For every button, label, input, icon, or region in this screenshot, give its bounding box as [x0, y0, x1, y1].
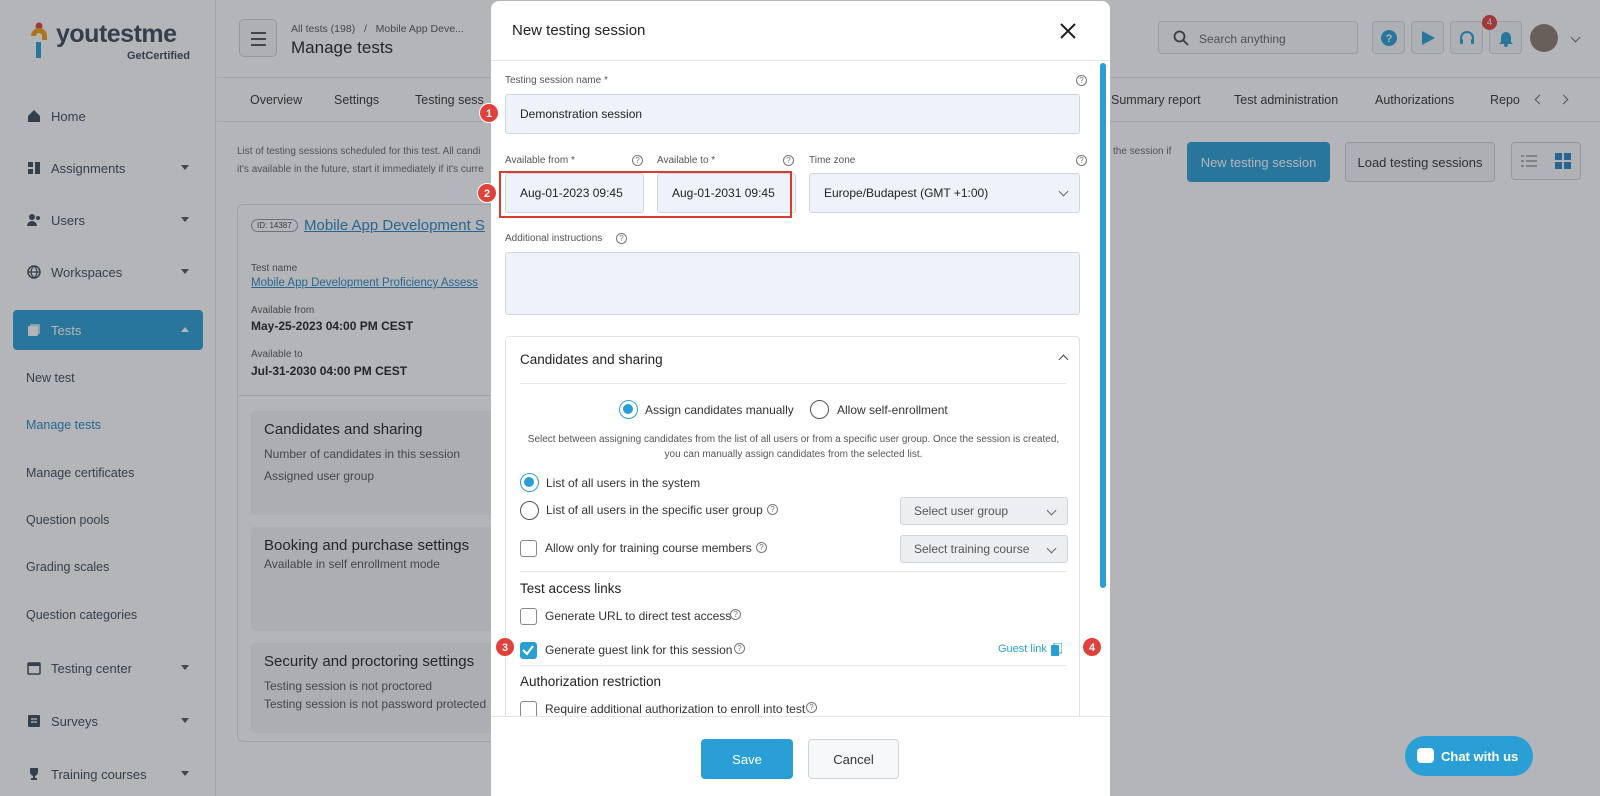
- chat-button[interactable]: Chat with us: [1405, 736, 1533, 776]
- self-enrollment-radio[interactable]: [810, 400, 829, 419]
- instructions-textarea[interactable]: [505, 252, 1080, 315]
- help-icon[interactable]: ?: [632, 155, 643, 166]
- help-icon[interactable]: ?: [730, 609, 741, 620]
- marker-3: 3: [495, 637, 515, 657]
- marker-4: 4: [1082, 637, 1102, 657]
- training-only-label: Allow only for training course members: [545, 541, 752, 555]
- close-icon[interactable]: [1059, 22, 1077, 40]
- help-icon[interactable]: ?: [1076, 75, 1087, 86]
- marker-1: 1: [479, 103, 499, 123]
- dialog-footer: Save Cancel: [491, 716, 1110, 796]
- require-auth-label: Require additional authorization to enro…: [545, 702, 806, 716]
- all-users-radio[interactable]: [520, 473, 539, 492]
- available-from-label: Available from *: [505, 155, 575, 166]
- time-zone-value: Europe/Budapest (GMT +1:00): [824, 186, 989, 200]
- divider: [520, 383, 1066, 384]
- dialog-scrollbar[interactable]: [1100, 63, 1106, 588]
- group-users-radio[interactable]: [520, 501, 539, 520]
- training-course-placeholder: Select training course: [914, 542, 1030, 556]
- guest-link[interactable]: Guest link: [998, 643, 1047, 655]
- copy-icon[interactable]: [1051, 643, 1062, 656]
- dialog-title: New testing session: [512, 22, 646, 39]
- checkmark-icon: [522, 645, 534, 656]
- time-zone-select[interactable]: Europe/Budapest (GMT +1:00): [809, 173, 1080, 213]
- auth-section-title: Authorization restriction: [520, 674, 662, 689]
- chevron-down-icon: [1046, 505, 1057, 516]
- all-users-label: List of all users in the system: [546, 476, 701, 490]
- session-name-input[interactable]: Demonstration session: [505, 94, 1080, 134]
- user-group-placeholder: Select user group: [914, 504, 1009, 518]
- help-icon[interactable]: ?: [734, 643, 745, 654]
- time-zone-label: Time zone: [809, 155, 856, 166]
- new-session-dialog: New testing session Testing session name…: [491, 1, 1110, 796]
- marker-2: 2: [477, 183, 497, 203]
- chevron-down-icon: [1046, 543, 1057, 554]
- available-to-label: Available to *: [657, 155, 716, 166]
- dialog-header: New testing session: [491, 1, 1110, 61]
- user-group-select[interactable]: Select user group: [900, 497, 1068, 525]
- group-users-label: List of all users in the specific user g…: [546, 503, 763, 517]
- training-only-checkbox[interactable]: [520, 540, 537, 557]
- assign-manually-label: Assign candidates manually: [645, 403, 794, 417]
- date-range-highlight: [499, 171, 792, 218]
- divider: [520, 665, 1066, 666]
- chat-icon: [1417, 748, 1434, 763]
- candidates-hint: Select between assigning candidates from…: [527, 434, 1060, 460]
- session-name-label: Testing session name *: [505, 75, 608, 86]
- generate-url-checkbox[interactable]: [520, 608, 537, 625]
- instructions-label: Additional instructions: [505, 233, 603, 244]
- candidates-panel-title: Candidates and sharing: [520, 352, 663, 367]
- generate-url-label: Generate URL to direct test access: [545, 609, 732, 623]
- collapse-icon[interactable]: [1058, 354, 1069, 365]
- cancel-button[interactable]: Cancel: [808, 739, 899, 779]
- session-name-value: Demonstration session: [520, 107, 643, 121]
- help-icon[interactable]: ?: [806, 702, 817, 713]
- chevron-down-icon: [1058, 186, 1069, 197]
- help-icon[interactable]: ?: [767, 504, 778, 515]
- help-icon[interactable]: ?: [756, 542, 767, 553]
- help-icon[interactable]: ?: [783, 155, 794, 166]
- guest-link-checkbox[interactable]: [520, 642, 537, 659]
- training-course-select[interactable]: Select training course: [900, 535, 1068, 563]
- help-icon[interactable]: ?: [1076, 155, 1087, 166]
- candidates-panel: Candidates and sharing Assign candidates…: [505, 336, 1080, 736]
- self-enrollment-label: Allow self-enrollment: [837, 403, 948, 417]
- chat-label: Chat with us: [1441, 748, 1519, 764]
- help-icon[interactable]: ?: [616, 233, 627, 244]
- links-section-title: Test access links: [520, 581, 622, 596]
- guest-link-option-label: Generate guest link for this session: [545, 643, 733, 657]
- divider: [520, 571, 1066, 572]
- save-button[interactable]: Save: [701, 739, 793, 779]
- assign-manually-radio[interactable]: [619, 400, 638, 419]
